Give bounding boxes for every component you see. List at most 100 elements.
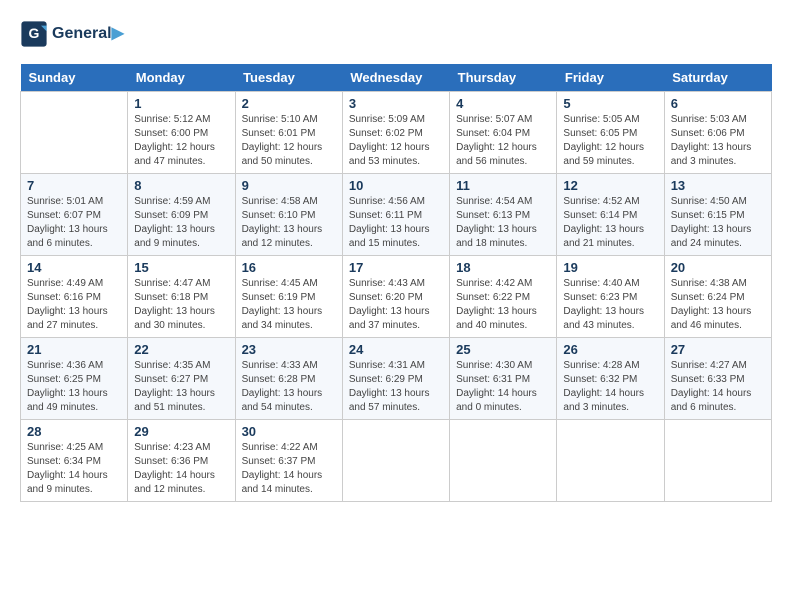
day-info: Sunrise: 4:28 AM Sunset: 6:32 PM Dayligh… bbox=[563, 359, 657, 415]
day-number: 27 bbox=[671, 342, 765, 357]
day-info: Sunrise: 4:31 AM Sunset: 6:29 PM Dayligh… bbox=[349, 359, 443, 415]
day-info: Sunrise: 5:09 AM Sunset: 6:02 PM Dayligh… bbox=[349, 113, 443, 169]
column-header-monday: Monday bbox=[128, 64, 235, 92]
day-info: Sunrise: 4:36 AM Sunset: 6:25 PM Dayligh… bbox=[27, 359, 121, 415]
day-info: Sunrise: 5:05 AM Sunset: 6:05 PM Dayligh… bbox=[563, 113, 657, 169]
calendar-cell: 24 Sunrise: 4:31 AM Sunset: 6:29 PM Dayli… bbox=[342, 338, 449, 420]
calendar-cell: 26 Sunrise: 4:28 AM Sunset: 6:32 PM Dayli… bbox=[557, 338, 664, 420]
column-header-saturday: Saturday bbox=[664, 64, 771, 92]
calendar-cell: 3 Sunrise: 5:09 AM Sunset: 6:02 PM Daylig… bbox=[342, 92, 449, 174]
page-header: G General▶ bbox=[20, 20, 772, 48]
day-number: 8 bbox=[134, 178, 228, 193]
day-info: Sunrise: 4:52 AM Sunset: 6:14 PM Dayligh… bbox=[563, 195, 657, 251]
day-number: 17 bbox=[349, 260, 443, 275]
day-number: 4 bbox=[456, 96, 550, 111]
calendar-cell: 7 Sunrise: 5:01 AM Sunset: 6:07 PM Daylig… bbox=[21, 174, 128, 256]
day-info: Sunrise: 5:10 AM Sunset: 6:01 PM Dayligh… bbox=[242, 113, 336, 169]
day-number: 12 bbox=[563, 178, 657, 193]
day-number: 19 bbox=[563, 260, 657, 275]
calendar-cell: 20 Sunrise: 4:38 AM Sunset: 6:24 PM Dayli… bbox=[664, 256, 771, 338]
day-number: 26 bbox=[563, 342, 657, 357]
day-number: 9 bbox=[242, 178, 336, 193]
calendar-cell: 9Sunrise: 4:58 AM Sunset: 6:10 PM Daylig… bbox=[235, 174, 342, 256]
day-number: 20 bbox=[671, 260, 765, 275]
day-number: 10 bbox=[349, 178, 443, 193]
calendar-cell: 18Sunrise: 4:42 AM Sunset: 6:22 PM Dayli… bbox=[450, 256, 557, 338]
day-info: Sunrise: 4:43 AM Sunset: 6:20 PM Dayligh… bbox=[349, 277, 443, 333]
svg-text:G: G bbox=[29, 25, 40, 41]
day-info: Sunrise: 5:01 AM Sunset: 6:07 PM Dayligh… bbox=[27, 195, 121, 251]
day-info: Sunrise: 4:42 AM Sunset: 6:22 PM Dayligh… bbox=[456, 277, 550, 333]
day-info: Sunrise: 4:54 AM Sunset: 6:13 PM Dayligh… bbox=[456, 195, 550, 251]
day-number: 25 bbox=[456, 342, 550, 357]
calendar-cell: 19 Sunrise: 4:40 AM Sunset: 6:23 PM Dayli… bbox=[557, 256, 664, 338]
calendar-week-row: 7 Sunrise: 5:01 AM Sunset: 6:07 PM Daylig… bbox=[21, 174, 772, 256]
calendar-cell: 28 Sunrise: 4:25 AM Sunset: 6:34 PM Dayli… bbox=[21, 420, 128, 502]
day-number: 23 bbox=[242, 342, 336, 357]
day-number: 3 bbox=[349, 96, 443, 111]
day-info: Sunrise: 5:12 AM Sunset: 6:00 PM Dayligh… bbox=[134, 113, 228, 169]
day-info: Sunrise: 4:56 AM Sunset: 6:11 PM Dayligh… bbox=[349, 195, 443, 251]
column-header-sunday: Sunday bbox=[21, 64, 128, 92]
day-info: Sunrise: 4:35 AM Sunset: 6:27 PM Dayligh… bbox=[134, 359, 228, 415]
day-number: 16 bbox=[242, 260, 336, 275]
calendar-cell: 25 Sunrise: 4:30 AM Sunset: 6:31 PM Dayli… bbox=[450, 338, 557, 420]
day-number: 6 bbox=[671, 96, 765, 111]
day-number: 30 bbox=[242, 424, 336, 439]
day-info: Sunrise: 4:47 AM Sunset: 6:18 PM Dayligh… bbox=[134, 277, 228, 333]
calendar-cell: 6Sunrise: 5:03 AM Sunset: 6:06 PM Daylig… bbox=[664, 92, 771, 174]
day-number: 7 bbox=[27, 178, 121, 193]
day-info: Sunrise: 4:33 AM Sunset: 6:28 PM Dayligh… bbox=[242, 359, 336, 415]
day-info: Sunrise: 4:27 AM Sunset: 6:33 PM Dayligh… bbox=[671, 359, 765, 415]
day-number: 28 bbox=[27, 424, 121, 439]
calendar-cell: 1 Sunrise: 5:12 AM Sunset: 6:00 PM Daylig… bbox=[128, 92, 235, 174]
calendar-cell: 29 Sunrise: 4:23 AM Sunset: 6:36 PM Dayli… bbox=[128, 420, 235, 502]
calendar-week-row: 21 Sunrise: 4:36 AM Sunset: 6:25 PM Dayli… bbox=[21, 338, 772, 420]
day-number: 13 bbox=[671, 178, 765, 193]
calendar-cell: 16 Sunrise: 4:45 AM Sunset: 6:19 PM Dayli… bbox=[235, 256, 342, 338]
day-number: 21 bbox=[27, 342, 121, 357]
calendar-cell: 27 Sunrise: 4:27 AM Sunset: 6:33 PM Dayli… bbox=[664, 338, 771, 420]
day-number: 24 bbox=[349, 342, 443, 357]
day-info: Sunrise: 4:30 AM Sunset: 6:31 PM Dayligh… bbox=[456, 359, 550, 415]
day-info: Sunrise: 4:45 AM Sunset: 6:19 PM Dayligh… bbox=[242, 277, 336, 333]
day-number: 14 bbox=[27, 260, 121, 275]
day-number: 11 bbox=[456, 178, 550, 193]
calendar-header-row: SundayMondayTuesdayWednesdayThursdayFrid… bbox=[21, 64, 772, 92]
calendar-cell: 30 Sunrise: 4:22 AM Sunset: 6:37 PM Dayli… bbox=[235, 420, 342, 502]
calendar-cell: 22 Sunrise: 4:35 AM Sunset: 6:27 PM Dayli… bbox=[128, 338, 235, 420]
day-info: Sunrise: 5:07 AM Sunset: 6:04 PM Dayligh… bbox=[456, 113, 550, 169]
calendar-cell: 2 Sunrise: 5:10 AM Sunset: 6:01 PM Daylig… bbox=[235, 92, 342, 174]
day-info: Sunrise: 4:23 AM Sunset: 6:36 PM Dayligh… bbox=[134, 441, 228, 497]
day-number: 5 bbox=[563, 96, 657, 111]
calendar-cell: 23 Sunrise: 4:33 AM Sunset: 6:28 PM Dayli… bbox=[235, 338, 342, 420]
calendar-cell bbox=[557, 420, 664, 502]
calendar-cell: 15 Sunrise: 4:47 AM Sunset: 6:18 PM Dayli… bbox=[128, 256, 235, 338]
day-number: 1 bbox=[134, 96, 228, 111]
column-header-thursday: Thursday bbox=[450, 64, 557, 92]
calendar-week-row: 1 Sunrise: 5:12 AM Sunset: 6:00 PM Daylig… bbox=[21, 92, 772, 174]
calendar-cell: 4 Sunrise: 5:07 AM Sunset: 6:04 PM Daylig… bbox=[450, 92, 557, 174]
day-info: Sunrise: 4:40 AM Sunset: 6:23 PM Dayligh… bbox=[563, 277, 657, 333]
column-header-wednesday: Wednesday bbox=[342, 64, 449, 92]
calendar-cell: 11 Sunrise: 4:54 AM Sunset: 6:13 PM Dayli… bbox=[450, 174, 557, 256]
day-number: 2 bbox=[242, 96, 336, 111]
day-number: 22 bbox=[134, 342, 228, 357]
day-info: Sunrise: 4:22 AM Sunset: 6:37 PM Dayligh… bbox=[242, 441, 336, 497]
day-info: Sunrise: 4:25 AM Sunset: 6:34 PM Dayligh… bbox=[27, 441, 121, 497]
calendar-week-row: 28 Sunrise: 4:25 AM Sunset: 6:34 PM Dayli… bbox=[21, 420, 772, 502]
calendar-cell: 17 Sunrise: 4:43 AM Sunset: 6:20 PM Dayli… bbox=[342, 256, 449, 338]
day-number: 15 bbox=[134, 260, 228, 275]
calendar-cell: 12 Sunrise: 4:52 AM Sunset: 6:14 PM Dayli… bbox=[557, 174, 664, 256]
calendar-cell bbox=[664, 420, 771, 502]
day-info: Sunrise: 4:38 AM Sunset: 6:24 PM Dayligh… bbox=[671, 277, 765, 333]
day-number: 29 bbox=[134, 424, 228, 439]
calendar-cell: 5 Sunrise: 5:05 AM Sunset: 6:05 PM Daylig… bbox=[557, 92, 664, 174]
calendar-cell: 10 Sunrise: 4:56 AM Sunset: 6:11 PM Dayli… bbox=[342, 174, 449, 256]
calendar-cell: 8Sunrise: 4:59 AM Sunset: 6:09 PM Daylig… bbox=[128, 174, 235, 256]
calendar-cell: 21 Sunrise: 4:36 AM Sunset: 6:25 PM Dayli… bbox=[21, 338, 128, 420]
column-header-friday: Friday bbox=[557, 64, 664, 92]
calendar-table: SundayMondayTuesdayWednesdayThursdayFrid… bbox=[20, 64, 772, 502]
column-header-tuesday: Tuesday bbox=[235, 64, 342, 92]
logo-text-line1: General▶ bbox=[52, 25, 124, 43]
